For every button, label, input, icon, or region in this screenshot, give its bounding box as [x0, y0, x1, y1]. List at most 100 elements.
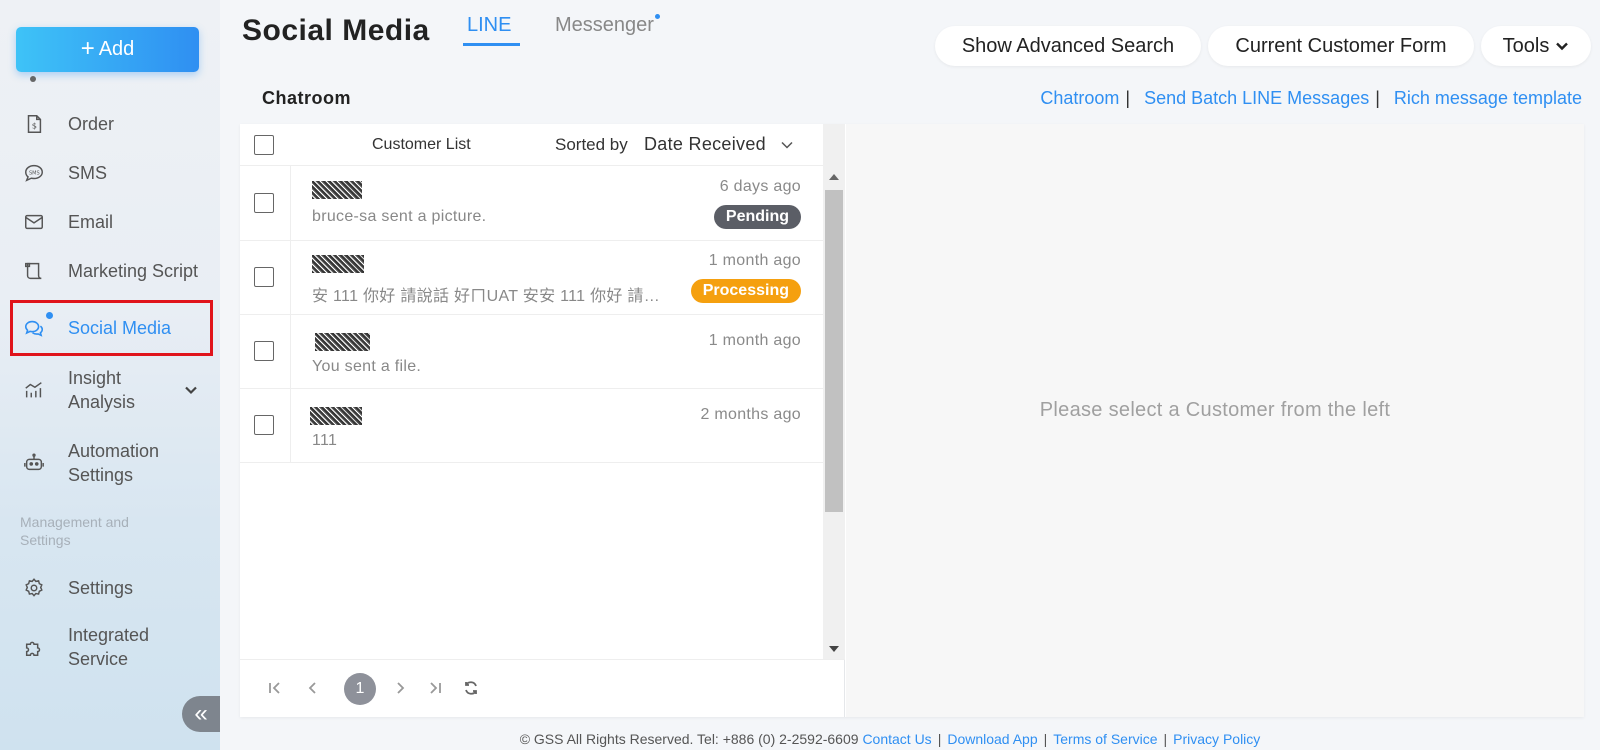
customer-list: Customer List Sorted by Date Received 6 …	[240, 124, 845, 717]
row-message: You sent a file.	[312, 358, 422, 375]
add-button-label: Add	[98, 38, 135, 60]
chevron-down-icon[interactable]	[780, 138, 794, 152]
row-checkbox[interactable]	[254, 267, 274, 287]
link-separator: |	[1125, 88, 1131, 108]
sidebar-item-insight-analysis[interactable]: Insight Analysis	[10, 365, 213, 415]
redacted-customer-name	[310, 407, 362, 425]
sorted-by-label: Sorted by	[555, 135, 628, 154]
row-time: 2 months ago	[700, 406, 801, 423]
next-page-icon[interactable]	[391, 679, 409, 697]
sidebar-item-label: Automation Settings	[68, 441, 160, 485]
sidebar-item-marketing-script[interactable]: Marketing Script	[10, 257, 213, 285]
status-badge: Pending	[713, 205, 801, 229]
sidebar-item-label: SMS	[68, 162, 108, 183]
customer-row[interactable]: 1 month ago 安 111 你好 請說話 好ㄇUAT 安安 111 你好…	[240, 240, 823, 315]
last-page-icon[interactable]	[426, 679, 444, 697]
row-message: 111	[312, 432, 338, 449]
scroll-thumb[interactable]	[825, 190, 843, 512]
chatroom-links: Chatroom | Send Batch LINE Messages | Ri…	[1040, 88, 1582, 109]
row-message: 安 111 你好 請說話 好ㄇUAT 安安 111 你好 請說話 好ㄇUAT	[312, 288, 674, 305]
empty-state-message: Please select a Customer from the left	[1039, 399, 1391, 421]
page-title: Social Media	[242, 14, 430, 47]
select-all-checkbox[interactable]	[254, 135, 274, 155]
unread-dot	[46, 312, 53, 319]
show-advanced-search-button[interactable]: Show Advanced Search	[935, 26, 1201, 66]
redacted-customer-name	[315, 333, 370, 351]
sidebar-item-label: Integrated Service	[68, 625, 150, 669]
sidebar-item-automation-settings[interactable]: Automation Settings	[10, 438, 213, 488]
unread-dot	[654, 14, 660, 19]
current-page-button[interactable]: 1	[344, 673, 376, 705]
footer: © GSS All Rights Reserved. Tel: +886 (0)…	[519, 731, 1261, 747]
collapse-sidebar-button[interactable]: «	[182, 696, 220, 732]
robot-icon	[20, 449, 48, 477]
row-message: bruce-sa sent a picture.	[312, 208, 487, 225]
svg-text:SMS: SMS	[29, 170, 40, 176]
status-badge: Processing	[690, 279, 801, 303]
chat-bubbles-icon	[20, 312, 53, 342]
rich-message-template-link[interactable]: Rich message template	[1394, 88, 1582, 109]
chart-icon	[20, 376, 48, 404]
download-app-link[interactable]: Download App	[947, 731, 1037, 747]
row-time: 1 month ago	[708, 332, 801, 349]
chat-detail-pane: Please select a Customer from the left	[846, 124, 1584, 717]
gear-icon	[20, 574, 48, 602]
customer-row[interactable]: 2 months ago 111	[240, 388, 823, 463]
chatroom-panel: Customer List Sorted by Date Received 6 …	[240, 124, 1584, 717]
sidebar-item-label: Social Media	[68, 317, 172, 338]
sidebar-item-sms[interactable]: SMS SMS	[10, 159, 213, 187]
tools-dropdown-button[interactable]: Tools	[1481, 26, 1591, 66]
pagination: 1	[240, 659, 845, 717]
chatroom-link[interactable]: Chatroom	[1040, 88, 1119, 109]
privacy-policy-link[interactable]: Privacy Policy	[1173, 731, 1260, 747]
sidebar-item-label: Marketing Script	[68, 260, 199, 281]
sidebar-item-label: Email	[68, 211, 114, 232]
sms-bubble-icon: SMS	[20, 159, 48, 187]
order-doc-icon: $	[20, 110, 48, 138]
row-time: 1 month ago	[708, 252, 801, 269]
sidebar-item-email[interactable]: Email	[10, 208, 213, 236]
customer-list-header: Customer List Sorted by Date Received	[240, 124, 823, 166]
previous-page-icon[interactable]	[304, 679, 322, 697]
refresh-icon[interactable]	[462, 679, 480, 697]
row-time: 6 days ago	[719, 178, 801, 195]
customer-row[interactable]: 1 month ago You sent a file.	[240, 314, 823, 389]
sidebar-item-social-media[interactable]: Social Media	[10, 300, 213, 356]
sort-select[interactable]: Date Received	[644, 134, 766, 155]
scroll-up-arrow-icon[interactable]	[829, 174, 839, 180]
puzzle-icon	[20, 633, 48, 661]
customer-list-label: Customer List	[372, 136, 471, 153]
scroll-icon	[20, 257, 48, 285]
double-chevron-left-icon: «	[194, 700, 208, 727]
send-batch-line-messages-link[interactable]: Send Batch LINE Messages	[1144, 88, 1369, 109]
scrolled-nav-item-remnant	[30, 76, 160, 86]
contact-us-link[interactable]: Contact Us	[862, 731, 931, 747]
tools-label: Tools	[1502, 34, 1550, 57]
tab-messenger[interactable]: Messenger	[555, 14, 660, 37]
copyright-text: © GSS All Rights Reserved. Tel: +886 (0)…	[519, 731, 859, 747]
tab-label: Messenger	[555, 14, 654, 36]
list-scrollbar[interactable]	[823, 124, 845, 659]
plus-icon: +	[80, 34, 95, 62]
sidebar-item-settings[interactable]: Settings	[10, 574, 213, 602]
row-checkbox[interactable]	[254, 193, 274, 213]
sidebar-item-integrated-service[interactable]: Integrated Service	[10, 622, 213, 672]
terms-of-service-link[interactable]: Terms of Service	[1053, 731, 1157, 747]
link-separator: |	[1375, 88, 1380, 108]
customer-row[interactable]: 6 days ago bruce-sa sent a picture. Pend…	[240, 166, 823, 241]
first-page-icon[interactable]	[266, 679, 284, 697]
chevron-down-icon[interactable]	[184, 383, 198, 397]
row-checkbox[interactable]	[254, 341, 274, 361]
tab-active-underline	[463, 43, 520, 46]
sidebar-item-order[interactable]: $ Order	[10, 110, 213, 138]
scroll-down-arrow-icon[interactable]	[829, 646, 839, 652]
tab-line[interactable]: LINE	[467, 14, 511, 37]
add-button[interactable]: + Add	[16, 27, 199, 72]
current-customer-form-button[interactable]: Current Customer Form	[1208, 26, 1474, 66]
row-checkbox[interactable]	[254, 415, 274, 435]
sidebar-section-label: Management and Settings	[20, 514, 129, 548]
sidebar-item-label: Insight Analysis	[68, 368, 136, 412]
sidebar-item-label: Order	[68, 113, 115, 134]
sidebar: + Add $ Order SMS SMS Email Marketing Sc…	[0, 0, 220, 750]
sidebar-item-label: Settings	[68, 577, 134, 598]
